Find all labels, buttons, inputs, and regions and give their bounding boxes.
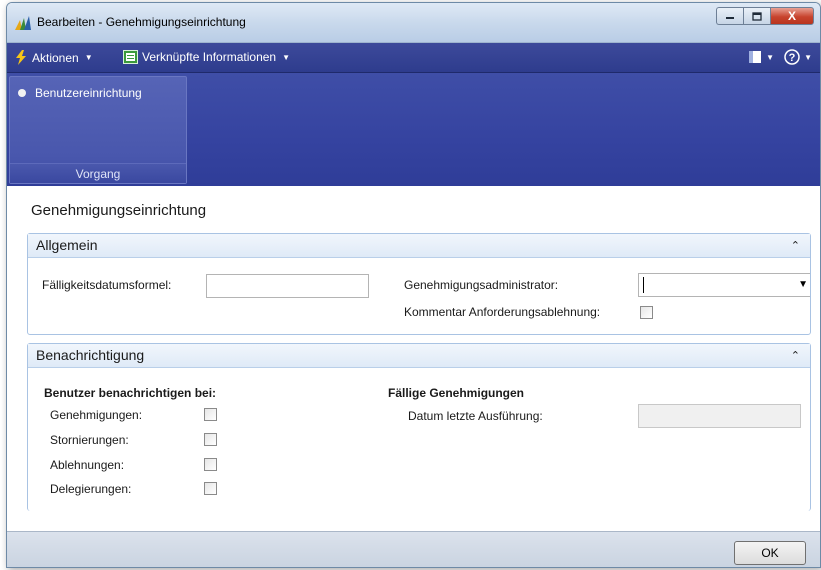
maximize-icon xyxy=(752,11,762,21)
comment-rejection-label: Kommentar Anforderungsablehnung: xyxy=(404,305,601,319)
rejections-checkbox[interactable] xyxy=(204,458,217,471)
general-section-title: Allgemein xyxy=(36,237,98,253)
due-date-formula-input[interactable] xyxy=(206,274,369,298)
last-run-date-field xyxy=(638,404,801,428)
window-title: Bearbeiten - Genehmigungseinrichtung xyxy=(37,15,246,29)
notify-users-group-title: Benutzer benachrichtigen bei: xyxy=(44,386,217,400)
chevron-down-icon[interactable]: ▼ xyxy=(766,53,774,62)
notification-section-header[interactable]: Benachrichtigung ⌃ xyxy=(28,344,810,368)
maximize-button[interactable] xyxy=(743,7,770,25)
comment-rejection-checkbox[interactable] xyxy=(640,306,653,319)
chevron-down-icon: ▼ xyxy=(282,52,291,62)
close-icon: X xyxy=(787,9,796,23)
cancellations-checkbox[interactable] xyxy=(204,433,217,446)
close-button[interactable]: X xyxy=(770,7,814,25)
collapse-chevron-icon[interactable]: ⌃ xyxy=(791,235,800,257)
title-bar: Bearbeiten - Genehmigungseinrichtung X xyxy=(7,3,820,43)
minimize-button[interactable] xyxy=(716,7,743,25)
actions-menu[interactable]: Aktionen ▼ xyxy=(15,50,93,65)
lightning-icon xyxy=(16,50,26,65)
related-info-icon xyxy=(123,50,138,64)
ribbon: Benutzereinrichtung Vorgang xyxy=(7,73,820,186)
general-section: Allgemein ⌃ Fälligkeitsdatumsformel: Gen… xyxy=(27,233,811,335)
menubar-right-tools: ▼ ? ▼ xyxy=(748,49,812,65)
minimize-icon xyxy=(726,17,734,19)
ribbon-group-label: Vorgang xyxy=(10,163,186,183)
help-icon[interactable]: ? xyxy=(784,49,800,65)
dialog-footer: OK xyxy=(7,531,820,567)
bullet-icon xyxy=(18,89,26,97)
collapse-chevron-icon[interactable]: ⌃ xyxy=(791,345,800,367)
delegations-label: Delegierungen: xyxy=(50,482,132,496)
user-setup-button-label: Benutzereinrichtung xyxy=(35,86,142,100)
last-run-date-label: Datum letzte Ausführung: xyxy=(408,409,543,423)
page-title: Genehmigungseinrichtung xyxy=(31,202,207,219)
general-section-header[interactable]: Allgemein ⌃ xyxy=(28,234,810,258)
svg-text:?: ? xyxy=(789,52,796,64)
delegations-checkbox[interactable] xyxy=(204,482,217,495)
dynamics-logo-icon xyxy=(15,16,31,30)
window-controls: X xyxy=(716,7,814,25)
related-info-menu[interactable]: Verknüpfte Informationen ▼ xyxy=(123,50,290,64)
dialog-window: Bearbeiten - Genehmigungseinrichtung X A… xyxy=(6,2,821,568)
actions-menu-label: Aktionen xyxy=(32,50,79,65)
cancellations-label: Stornierungen: xyxy=(50,433,129,447)
ok-button[interactable]: OK xyxy=(734,541,806,565)
rejections-label: Ablehnungen: xyxy=(50,458,125,472)
ribbon-group-vorgang: Benutzereinrichtung Vorgang xyxy=(9,76,187,184)
notification-section-title: Benachrichtigung xyxy=(36,347,145,363)
approvals-label: Genehmigungen: xyxy=(50,408,143,422)
chevron-down-icon[interactable]: ▼ xyxy=(804,53,812,62)
notification-section: Benachrichtigung ⌃ Benutzer benachrichti… xyxy=(27,343,811,511)
user-setup-button[interactable]: Benutzereinrichtung xyxy=(18,86,142,100)
related-info-menu-label: Verknüpfte Informationen xyxy=(142,50,277,64)
due-approvals-group-title: Fällige Genehmigungen xyxy=(388,386,525,400)
chevron-down-icon: ▼ xyxy=(84,53,93,62)
approvals-checkbox[interactable] xyxy=(204,408,217,421)
approval-admin-label: Genehmigungsadministrator: xyxy=(404,278,559,292)
layout-icon[interactable] xyxy=(748,50,762,64)
due-date-formula-label: Fälligkeitsdatumsformel: xyxy=(42,278,172,292)
approval-admin-dropdown[interactable]: ▼ xyxy=(638,273,810,297)
chevron-down-icon[interactable]: ▼ xyxy=(798,279,808,290)
text-cursor xyxy=(643,277,644,293)
action-menu-bar: Aktionen ▼ Verknüpfte Informationen ▼ ▼ … xyxy=(7,43,820,73)
